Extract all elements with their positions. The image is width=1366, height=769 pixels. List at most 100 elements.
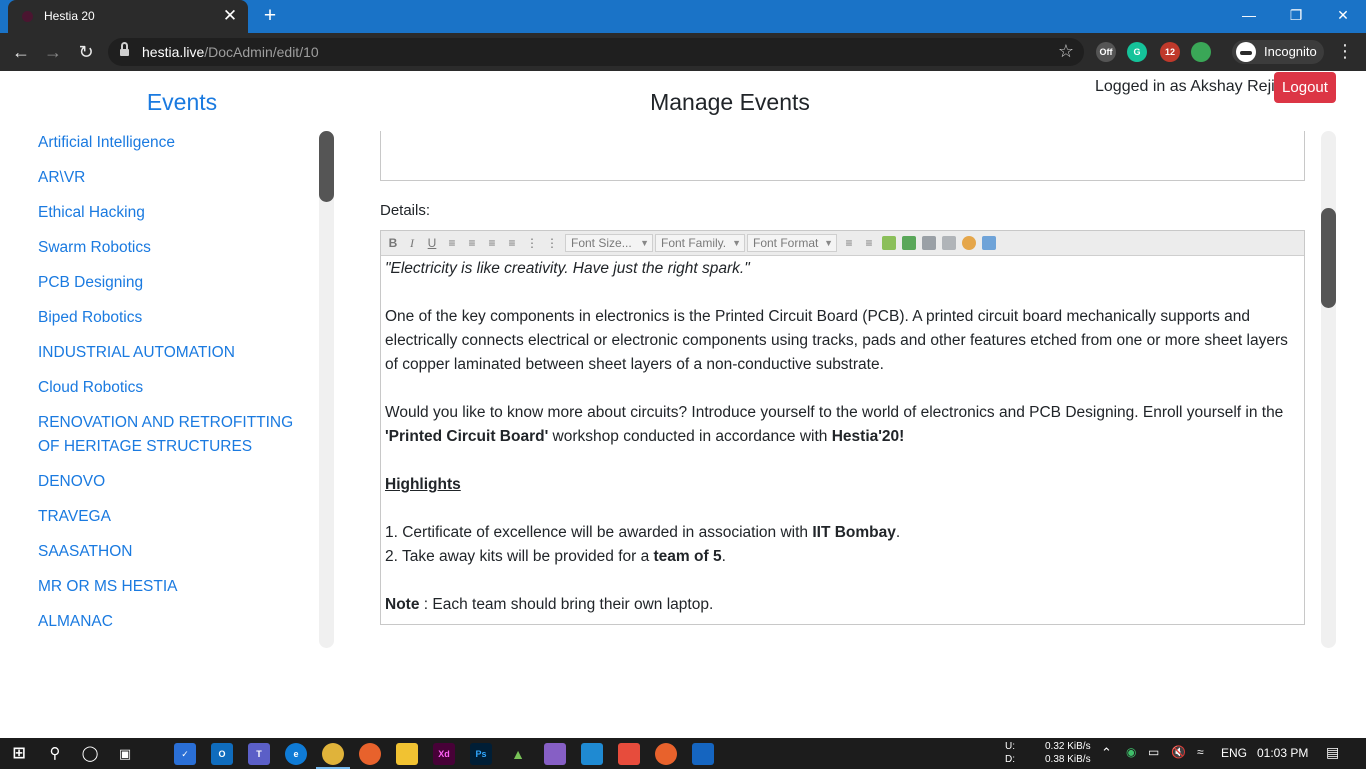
font-family-select-label: Font Family. bbox=[661, 236, 727, 250]
italic-button[interactable]: I bbox=[404, 235, 420, 251]
vscode-icon[interactable] bbox=[581, 743, 603, 765]
sidebar-title: Events bbox=[146, 89, 218, 115]
align-right-icon[interactable]: ≡ bbox=[484, 235, 500, 251]
address-bar[interactable]: hestia.live/DocAdmin/edit/10 ☆ bbox=[108, 38, 1084, 66]
font-format-chevron-down-icon: ▼ bbox=[824, 238, 833, 248]
grammarly-icon[interactable]: G bbox=[1127, 42, 1147, 62]
chrome-icon[interactable] bbox=[322, 743, 344, 765]
powershell-icon[interactable] bbox=[692, 743, 714, 765]
bold-button[interactable]: B bbox=[385, 235, 401, 251]
font-format-select[interactable]: Font Format ▼ bbox=[747, 234, 837, 252]
tab-close-icon[interactable]: ✕ bbox=[220, 6, 240, 26]
details-rich-text-editor[interactable]: B I U ≡ ≡ ≡ ≡ ⋮ ⋮ Font Size... ▼ Font Fam… bbox=[380, 230, 1305, 625]
sidebar-item-artificial-intelligence[interactable]: Artificial Intelligence bbox=[38, 131, 316, 155]
align-justify-icon[interactable]: ≡ bbox=[504, 235, 520, 251]
browser-menu-icon[interactable]: ⋮ bbox=[1336, 41, 1354, 61]
extension-count-icon[interactable]: 12 bbox=[1160, 42, 1180, 62]
sidebar-item-pcb-designing[interactable]: PCB Designing bbox=[38, 271, 316, 295]
incognito-profile-button[interactable]: Incognito bbox=[1232, 40, 1324, 64]
task-view-icon[interactable]: ▣ bbox=[114, 743, 136, 765]
search-icon[interactable]: ⚲ bbox=[44, 743, 66, 765]
paragraph-pcb-intro: One of the key components in electronics… bbox=[385, 308, 1288, 373]
color-palette-icon[interactable] bbox=[962, 236, 976, 250]
minimize-icon[interactable]: — bbox=[1226, 3, 1272, 29]
color-picker-extension-icon[interactable] bbox=[1191, 42, 1211, 62]
outdent-icon[interactable]: ≡ bbox=[861, 235, 877, 251]
net-down-label: D: bbox=[1005, 754, 1015, 765]
security-shield-icon[interactable]: ◉ bbox=[1126, 745, 1136, 759]
window-close-icon[interactable]: ✕ bbox=[1320, 3, 1366, 29]
wifi-icon[interactable]: ≈ bbox=[1197, 745, 1204, 759]
tray-chevron-up-icon[interactable]: ⌃ bbox=[1101, 745, 1112, 761]
firefox-icon[interactable] bbox=[359, 743, 381, 765]
source-view-icon[interactable] bbox=[982, 236, 996, 250]
font-size-select[interactable]: Font Size... ▼ bbox=[565, 234, 653, 252]
new-tab-button[interactable]: + bbox=[258, 5, 282, 29]
forward-arrow-icon[interactable]: → bbox=[40, 39, 66, 65]
volume-muted-icon[interactable]: 🔇 bbox=[1171, 745, 1186, 759]
app-orange-icon[interactable] bbox=[655, 743, 677, 765]
previous-textarea[interactable] bbox=[380, 131, 1305, 181]
visual-studio-icon[interactable] bbox=[544, 743, 566, 765]
clock[interactable]: 01:03 PM bbox=[1257, 746, 1308, 760]
edge-icon[interactable]: e bbox=[285, 743, 307, 765]
sidebar-item-ethical-hacking[interactable]: Ethical Hacking bbox=[38, 201, 316, 225]
unlink-icon[interactable] bbox=[942, 236, 956, 250]
language-indicator[interactable]: ENG bbox=[1221, 746, 1247, 760]
android-studio-icon[interactable]: ▲ bbox=[507, 743, 529, 765]
sidebar-item-ar-vr[interactable]: AR\VR bbox=[38, 166, 316, 190]
browser-tab-strip: Hestia 20 ✕ + — ❐ ✕ bbox=[0, 0, 1366, 33]
battery-icon[interactable]: ▭ bbox=[1148, 745, 1159, 759]
font-size-select-label: Font Size... bbox=[571, 236, 632, 250]
highlight-item-2: 2. Take away kits will be provided for a… bbox=[385, 548, 726, 565]
align-center-icon[interactable]: ≡ bbox=[464, 235, 480, 251]
photoshop-icon[interactable]: Ps bbox=[470, 743, 492, 765]
outlook-icon[interactable]: O bbox=[211, 743, 233, 765]
teams-icon[interactable]: T bbox=[248, 743, 270, 765]
todo-app-icon[interactable]: ✓ bbox=[174, 743, 196, 765]
sidebar-item-renovation-heritage[interactable]: RENOVATION AND RETROFITTING OF HERITAGE … bbox=[38, 411, 316, 459]
extension-off-badge: Off bbox=[1099, 47, 1113, 57]
url-text: hestia.live/DocAdmin/edit/10 bbox=[142, 44, 319, 60]
sidebar-item-almanac[interactable]: ALMANAC bbox=[38, 610, 316, 634]
logout-button[interactable]: Logout bbox=[1274, 72, 1336, 103]
bookmark-star-icon[interactable]: ☆ bbox=[1058, 41, 1074, 62]
align-left-icon[interactable]: ≡ bbox=[444, 235, 460, 251]
numbered-list-icon[interactable]: ⋮ bbox=[524, 235, 540, 251]
browser-tab[interactable]: Hestia 20 ✕ bbox=[8, 0, 248, 33]
extension-off-icon[interactable]: Off bbox=[1096, 42, 1116, 62]
sidebar-item-cloud-robotics[interactable]: Cloud Robotics bbox=[38, 376, 316, 400]
restore-icon[interactable]: ❐ bbox=[1273, 3, 1319, 29]
underline-button[interactable]: U bbox=[424, 235, 440, 251]
quote-text: "Electricity is like creativity. Have ju… bbox=[385, 260, 750, 277]
sidebar-item-industrial-automation[interactable]: INDUSTRIAL AUTOMATION bbox=[38, 341, 316, 365]
bullet-list-icon[interactable]: ⋮ bbox=[544, 235, 560, 251]
note-text: Note : Each team should bring their own … bbox=[385, 596, 714, 613]
insert-image-icon[interactable] bbox=[902, 236, 916, 250]
indent-icon[interactable]: ≡ bbox=[841, 235, 857, 251]
edit-html-icon[interactable] bbox=[882, 236, 896, 250]
editor-content[interactable]: "Electricity is like creativity. Have ju… bbox=[385, 257, 1297, 617]
sidebar-item-biped-robotics[interactable]: Biped Robotics bbox=[38, 306, 316, 330]
insert-link-icon[interactable] bbox=[922, 236, 936, 250]
font-family-chevron-down-icon: ▼ bbox=[732, 238, 741, 248]
back-arrow-icon[interactable]: ← bbox=[8, 39, 34, 65]
sidebar-item-mr-or-ms-hestia[interactable]: MR OR MS HESTIA bbox=[38, 575, 316, 599]
login-status-text: Logged in as Akshay Reji bbox=[1095, 78, 1275, 95]
sidebar-item-swarm-robotics[interactable]: Swarm Robotics bbox=[38, 236, 316, 260]
adobe-xd-icon[interactable]: Xd bbox=[433, 743, 455, 765]
app-red-icon[interactable] bbox=[618, 743, 640, 765]
cortana-icon[interactable]: ◯ bbox=[79, 743, 101, 765]
sidebar-item-travega[interactable]: TRAVEGA bbox=[38, 505, 316, 529]
file-explorer-icon[interactable] bbox=[396, 743, 418, 765]
windows-start-icon[interactable]: ⊞ bbox=[8, 743, 30, 765]
notifications-icon[interactable]: ▤ bbox=[1326, 744, 1339, 761]
main-scrollbar-thumb[interactable] bbox=[1321, 208, 1336, 308]
highlights-heading: Highlights bbox=[385, 476, 461, 493]
sidebar-item-saasathon[interactable]: SAASATHON bbox=[38, 540, 316, 564]
font-family-select[interactable]: Font Family. ▼ bbox=[655, 234, 745, 252]
sidebar-scrollbar-thumb[interactable] bbox=[319, 131, 334, 202]
sidebar-item-denovo[interactable]: DENOVO bbox=[38, 470, 316, 494]
sidebar-scrollbar-track[interactable] bbox=[319, 131, 334, 648]
reload-icon[interactable]: ↻ bbox=[73, 39, 99, 65]
